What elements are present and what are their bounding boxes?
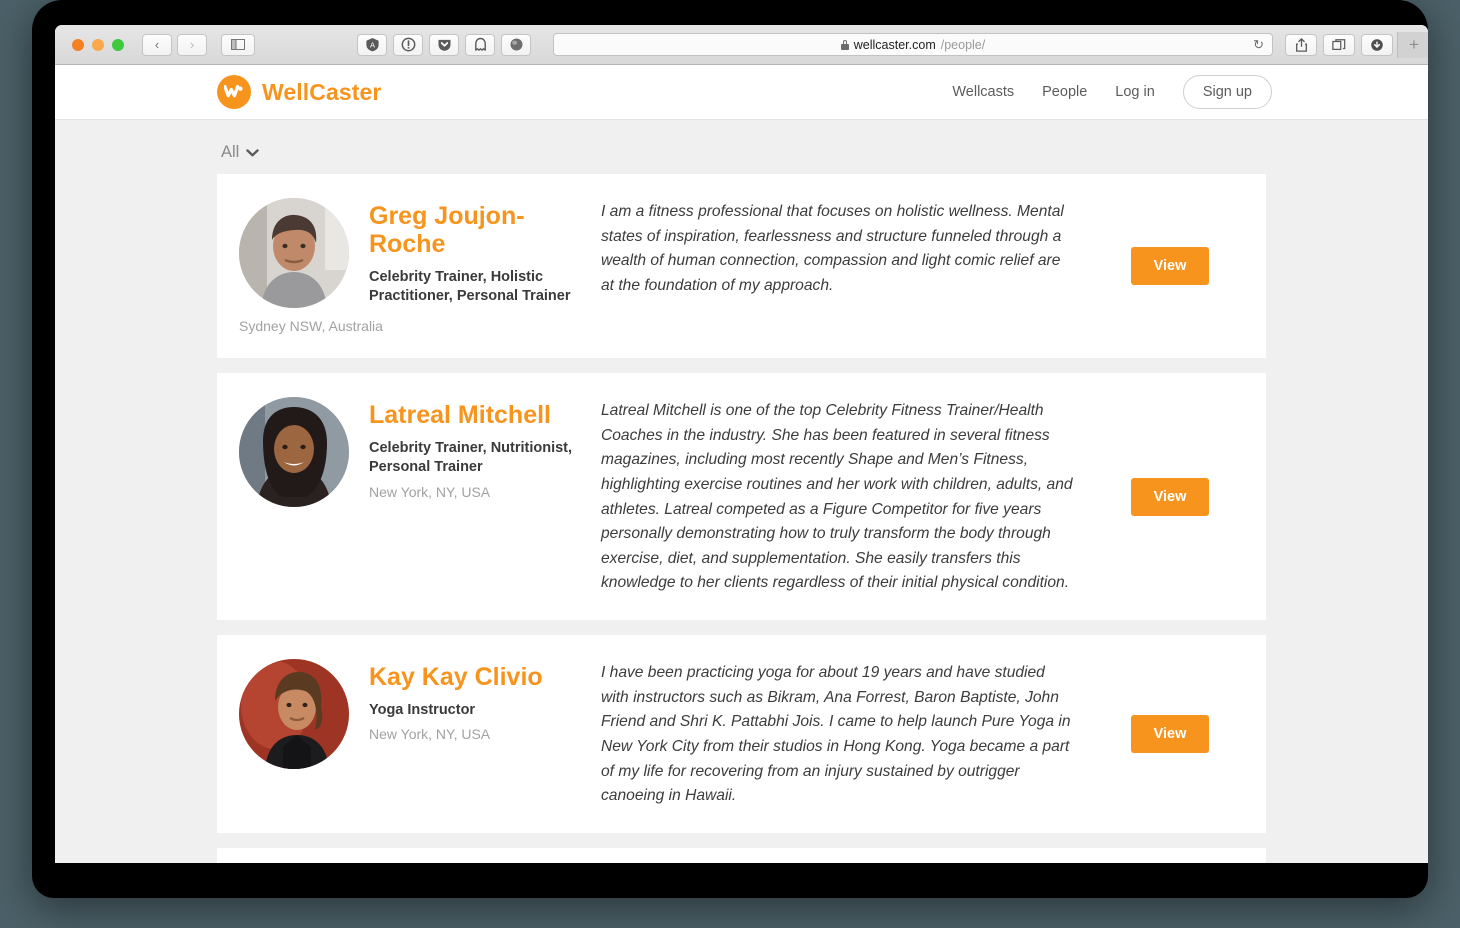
- chevron-down-icon: [246, 147, 260, 159]
- adblock-icon: A: [365, 37, 379, 52]
- person-card-action: View: [1100, 397, 1240, 596]
- person-card-action: View: [1100, 198, 1240, 334]
- filter-dropdown[interactable]: All: [217, 120, 1266, 174]
- downloads-button[interactable]: [1361, 33, 1393, 56]
- avatar: [239, 198, 349, 308]
- share-button[interactable]: [1285, 33, 1317, 56]
- address-bar[interactable]: wellcaster.com/people/ ↻: [553, 33, 1273, 56]
- person-summary: Greg Joujon-Roche Celebrity Trainer, Hol…: [239, 198, 591, 334]
- forward-button[interactable]: ›: [177, 33, 207, 56]
- url-host: wellcaster.com: [853, 37, 936, 52]
- person-title: Celebrity Trainer, Holistic Practitioner…: [369, 269, 571, 305]
- person-name[interactable]: Kay Kay Clivio: [369, 663, 543, 691]
- maximize-window-button[interactable]: [112, 38, 124, 51]
- site-header: WellCaster Wellcasts People Log in Sign …: [55, 65, 1428, 120]
- window-traffic-lights[interactable]: [72, 38, 124, 51]
- page-viewport: WellCaster Wellcasts People Log in Sign …: [55, 65, 1428, 863]
- toolbar-right-buttons[interactable]: [1285, 33, 1393, 56]
- url-path: /people/: [940, 37, 986, 52]
- person-location: New York, NY, USA: [369, 726, 491, 743]
- person-title: Yoga Instructor: [369, 702, 476, 718]
- brand-name: WellCaster: [262, 78, 382, 105]
- avatar: [239, 397, 349, 507]
- browser-window: ‹ › A wellcaster.com /people/ ↻ + WellCa…: [55, 25, 1428, 863]
- view-button[interactable]: View: [1131, 247, 1209, 285]
- person-card[interactable]: Latreal Mitchell Celebrity Trainer, Nutr…: [217, 373, 1266, 620]
- lock-icon: [840, 39, 849, 50]
- close-window-button[interactable]: [72, 38, 84, 51]
- person-card[interactable]: Kay Kay Clivio Yoga Instructor New York,…: [217, 635, 1266, 833]
- onepassword-extension-button[interactable]: [393, 33, 423, 56]
- nav-link-login[interactable]: Log in: [1115, 84, 1155, 100]
- evernote-icon: [510, 38, 522, 51]
- view-button[interactable]: View: [1131, 477, 1209, 516]
- adblock-extension-button[interactable]: A: [357, 33, 387, 56]
- person-summary: Kay Kay Clivio Yoga Instructor New York,…: [239, 659, 591, 809]
- nav-link-wellcasts[interactable]: Wellcasts: [952, 84, 1014, 100]
- person-bio: I am a fitness professional that focuses…: [601, 203, 1064, 294]
- downloads-icon: [1371, 38, 1383, 51]
- minimize-window-button[interactable]: [92, 38, 104, 51]
- share-icon: [1295, 37, 1307, 52]
- onepassword-icon: [401, 37, 415, 52]
- pocket-extension-button[interactable]: [429, 33, 459, 56]
- wellcaster-logo-icon: [217, 75, 251, 109]
- ghostery-extension-button[interactable]: [465, 33, 495, 56]
- nav-buttons[interactable]: ‹ ›: [142, 33, 207, 56]
- sidebar-icon: [231, 39, 245, 50]
- laptop-device-frame: ‹ › A wellcaster.com /people/ ↻ + WellCa…: [32, 0, 1428, 898]
- browser-toolbar: ‹ › A wellcaster.com /people/ ↻ +: [55, 25, 1428, 65]
- person-location: New York, NY, USA: [369, 483, 491, 500]
- person-name[interactable]: Greg Joujon-Roche: [369, 202, 591, 258]
- pocket-icon: [438, 39, 450, 51]
- person-location: Sydney NSW, Australia: [239, 318, 383, 334]
- signup-button[interactable]: Sign up: [1182, 75, 1272, 109]
- evernote-extension-button[interactable]: [501, 33, 531, 56]
- new-tab-button[interactable]: +: [1397, 31, 1428, 58]
- address-bar-text: wellcaster.com/people/: [554, 38, 1272, 52]
- filter-label: All: [221, 143, 240, 161]
- person-bio: Latreal Mitchell is one of the top Celeb…: [601, 402, 1073, 592]
- show-tabs-button[interactable]: [1323, 33, 1355, 56]
- svg-text:A: A: [369, 40, 374, 49]
- person-card[interactable]: [217, 847, 1266, 863]
- tabs-icon: [1332, 38, 1346, 50]
- back-button[interactable]: ‹: [142, 33, 172, 56]
- person-title: Celebrity Trainer, Nutritionist, Persona…: [369, 440, 573, 476]
- nav-link-people[interactable]: People: [1042, 84, 1087, 100]
- person-summary: Latreal Mitchell Celebrity Trainer, Nutr…: [239, 397, 591, 596]
- ghostery-icon: [474, 37, 486, 51]
- people-list-content: All Greg Joujon-Roche Celebrity Trainer,…: [55, 120, 1428, 863]
- person-card[interactable]: Greg Joujon-Roche Celebrity Trainer, Hol…: [217, 174, 1266, 358]
- site-navigation[interactable]: Wellcasts People Log in Sign up: [952, 75, 1272, 109]
- person-name[interactable]: Latreal Mitchell: [369, 401, 591, 429]
- person-card-action: View: [1100, 659, 1240, 809]
- reload-icon[interactable]: ↻: [1253, 37, 1264, 53]
- avatar: [239, 659, 349, 769]
- person-bio: I have been practicing yoga for about 19…: [601, 664, 1071, 805]
- brand-logo[interactable]: WellCaster: [217, 75, 381, 109]
- extension-buttons[interactable]: A: [357, 33, 531, 56]
- sidebar-toggle-button[interactable]: [221, 33, 255, 56]
- view-button[interactable]: View: [1131, 714, 1209, 753]
